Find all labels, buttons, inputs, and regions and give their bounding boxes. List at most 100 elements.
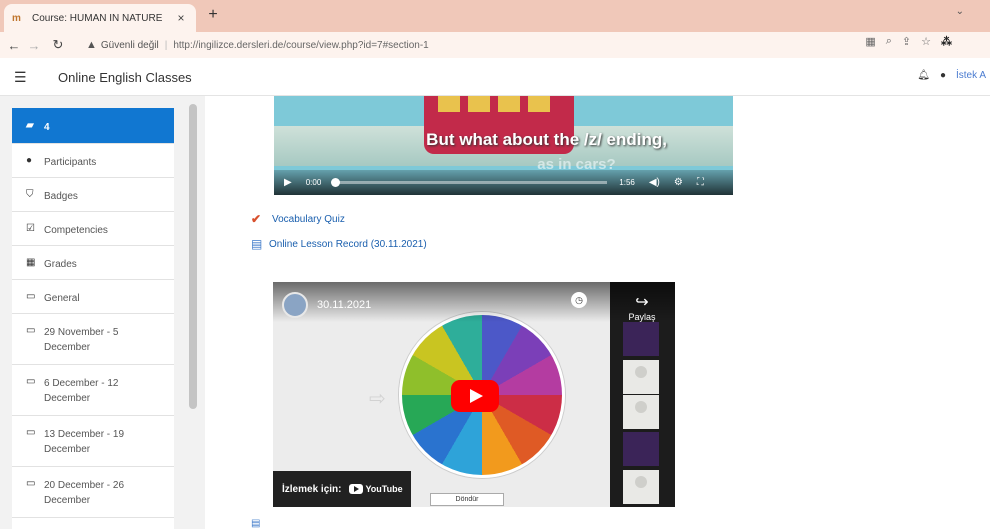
zoom-icon[interactable]: ⌕ [886,35,892,48]
sidebar-item-week-4[interactable]: ▭ 20 December - 26 December [12,467,174,518]
seek-bar[interactable] [331,178,608,187]
sidebar-item-label: 20 December - 26 December [44,480,125,506]
page-icon: ▤ [251,237,263,251]
sidebar-item-course[interactable]: ▰ 4 [12,108,174,144]
user-menu[interactable]: İstek A [956,70,986,81]
sidebar-item-badges[interactable]: ⛉ Badges [12,178,174,212]
video-duration: 1:56 [619,178,635,187]
new-tab-button[interactable]: + [204,6,222,24]
next-activity-icon: ▤ [251,518,261,529]
notification-bell-icon[interactable]: 🔔︎ [917,70,930,81]
sidebar-scroll-thumb[interactable] [189,104,197,409]
translate-icon[interactable]: ▦ [865,35,875,48]
url-text[interactable]: http://ingilizce.dersleri.de/course/view… [173,40,428,51]
share-icon[interactable]: ⇪ [902,35,911,48]
share-arrow-icon: ↪ [635,294,649,311]
activity-record[interactable]: ▤ Online Lesson Record (30.11.2021) [251,237,427,251]
header-actions: 🔔︎ ● İstek A [917,70,986,81]
moodle-favicon-icon: m [12,12,21,24]
messages-icon[interactable]: ● [940,70,946,81]
back-arrow-icon[interactable]: ← [4,38,24,53]
wheel-arrow-icon: ⇨ [369,388,386,410]
nav-drawer: ▰ 4 ● Participants ⛉ Badges ☑ Competenci… [0,96,205,529]
warning-icon[interactable]: ▲ [86,39,97,51]
sidebar-item-grades[interactable]: ▦ Grades [12,246,174,280]
checkbox-icon: ☑ [26,223,35,234]
tab-strip: m Course: HUMAN IN NATURE × + ⌄ [0,0,990,32]
volume-icon[interactable]: ◀) [649,177,660,188]
lesson-video-player[interactable]: But what about the /z/ ending, as in car… [274,96,733,195]
reload-icon[interactable]: ↻ [48,37,68,53]
sidebar-item-label: 4 [44,122,50,133]
quiz-check-icon: ✔ [251,212,262,226]
watch-later-clock-icon[interactable]: ◷ [571,292,587,308]
sidebar-item-label: Grades [44,259,77,270]
site-header: ☰ Online English Classes 🔔︎ ● İstek A [0,60,990,96]
youtube-logo: YouTube [349,484,403,494]
youtube-share-button[interactable]: ↪ Paylaş [615,292,669,322]
quiz-link[interactable]: Vocabulary Quiz [272,214,345,225]
tab-search-chevron-icon[interactable]: ⌄ [956,6,964,17]
record-link[interactable]: Online Lesson Record (30.11.2021) [269,239,427,250]
youtube-embed[interactable]: ⇨ 30.11.2021 ◷ ↪ Paylaş İzlemek için: Yo… [273,282,675,507]
sidebar-item-label: Competencies [44,225,108,236]
participant-tile [623,322,659,356]
site-name[interactable]: Online English Classes [58,70,192,85]
address-bar[interactable]: ▲ Güvenli değil | http://ingilizce.dersl… [86,35,956,55]
sidebar-item-general[interactable]: ▭ General [12,280,174,314]
channel-avatar[interactable] [282,292,308,318]
play-icon[interactable]: ▶ [284,177,292,188]
table-icon: ▦ [26,257,36,268]
sidebar-item-competencies[interactable]: ☑ Competencies [12,212,174,246]
bus-window [498,96,520,112]
tab-title: Course: HUMAN IN NATURE [32,12,163,24]
fullscreen-icon[interactable]: ⛶ [697,177,704,188]
bookmark-star-icon[interactable]: ☆ [921,35,931,48]
sidebar-item-label: Badges [44,191,78,202]
share-label: Paylaş [628,312,656,322]
sidebar-item-participants[interactable]: ● Participants [12,144,174,178]
nav-drawer-list: ▰ 4 ● Participants ⛉ Badges ☑ Competenci… [12,108,174,529]
seek-handle[interactable] [331,178,341,187]
address-bar-row: ← → ↻ ▲ Güvenli değil | http://ingilizce… [0,32,990,58]
users-icon: ● [26,155,33,166]
participant-tile [623,395,659,429]
close-tab-icon[interactable]: × [174,11,188,25]
watch-on-label: İzlemek için: [282,483,342,495]
sidebar-item-label: General [44,293,80,304]
current-time: 0:00 [305,178,322,187]
sidebar-item-week-1[interactable]: ▭ 29 November - 5 December [12,314,174,365]
forward-arrow-icon[interactable]: → [24,38,44,53]
browser-window: m Course: HUMAN IN NATURE × + ⌄ ← → ↻ ▲ … [0,0,990,529]
spin-button: Döndür [430,493,504,506]
hamburger-menu-icon[interactable]: ☰ [14,69,27,86]
youtube-logo-icon [349,484,364,494]
youtube-video-title[interactable]: 30.11.2021 [317,299,371,311]
folder-icon: ▭ [26,291,36,302]
video-controls: ▶ 0:00 1:56 ◀) ⚙ ⛶ [274,170,733,195]
sidebar-item-label: 13 December - 19 December [44,429,125,455]
bus-window [468,96,490,112]
address-bar-icons: ▦ ⌕ ⇪ ☆ ⁂ [865,35,952,48]
extension-icon[interactable]: ⁂ [941,35,952,48]
shield-icon: ⛉ [26,189,34,200]
bus-window [438,96,460,112]
youtube-play-button[interactable] [451,380,499,412]
sidebar-scrollbar[interactable] [188,96,198,529]
folder-icon: ▭ [26,376,36,387]
youtube-logo-text: YouTube [365,484,403,494]
browser-tab[interactable]: m Course: HUMAN IN NATURE × [4,4,196,32]
address-separator: | [164,39,168,51]
folder-icon: ▭ [26,478,36,489]
activity-quiz[interactable]: ✔ Vocabulary Quiz [251,212,345,226]
participant-tile [623,470,659,504]
sidebar-item-week-3[interactable]: ▭ 13 December - 19 December [12,416,174,467]
video-caption-line-1: But what about the /z/ ending, [426,130,667,149]
settings-gear-icon[interactable]: ⚙ [674,177,683,188]
participant-tile [623,432,659,466]
folder-icon: ▭ [26,427,36,438]
participant-tile [623,360,659,394]
insecure-label: Güvenli değil [100,39,159,51]
watch-on-youtube[interactable]: İzlemek için: YouTube [273,471,411,507]
sidebar-item-week-2[interactable]: ▭ 6 December - 12 December [12,365,174,416]
